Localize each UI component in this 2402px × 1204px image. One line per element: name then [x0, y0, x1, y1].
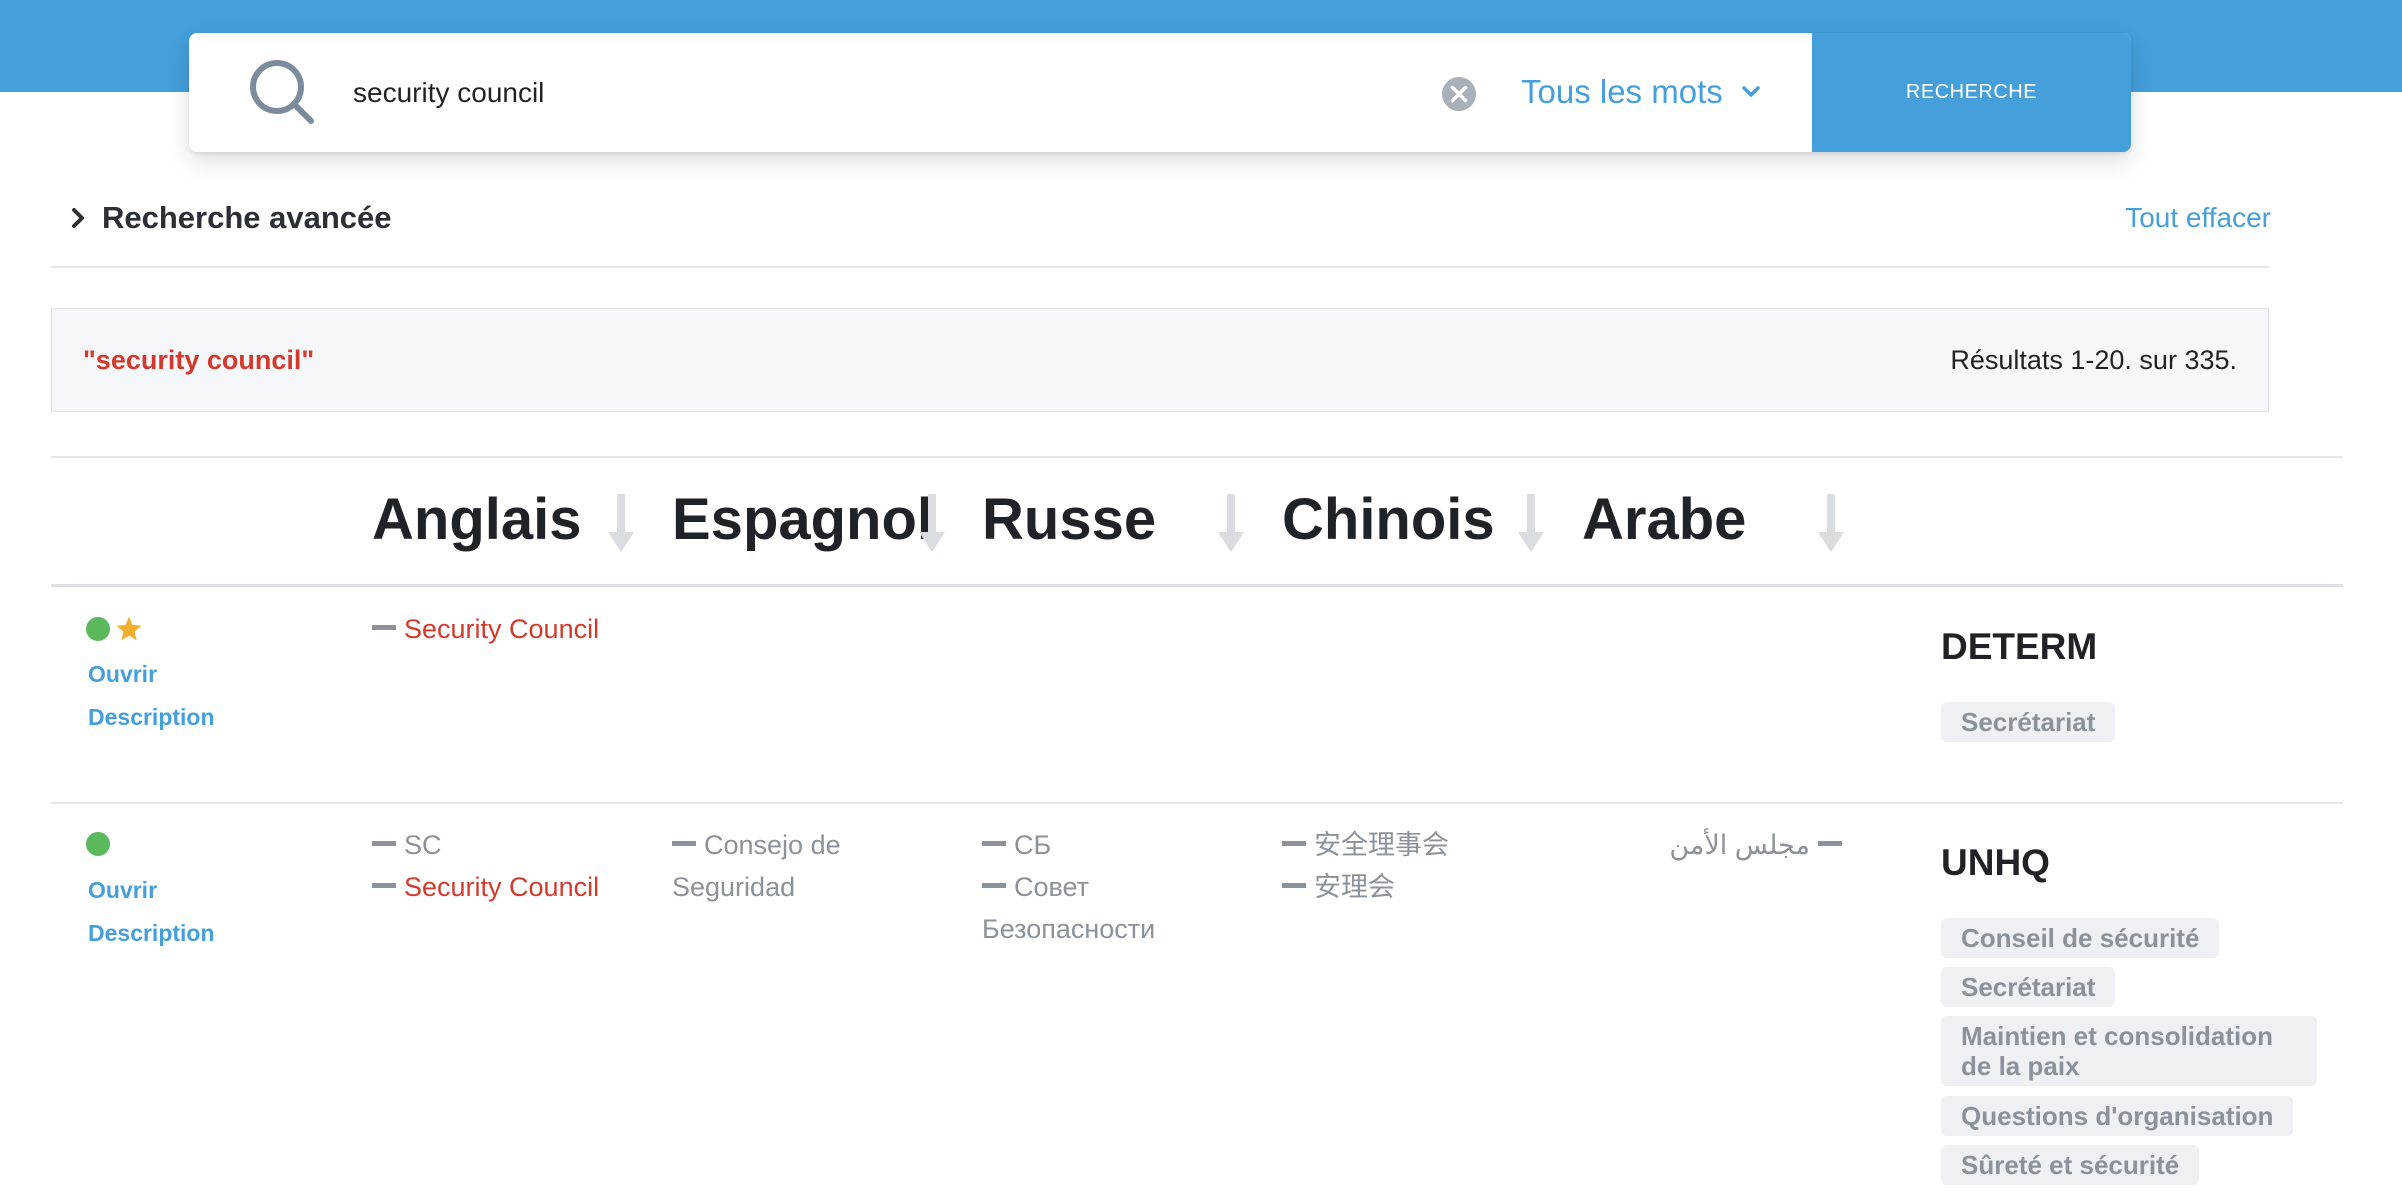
column-header-russian[interactable]: Russe	[982, 486, 1156, 553]
dash-icon	[1282, 841, 1306, 847]
column-header-spanish[interactable]: Espagnol	[672, 486, 933, 553]
term-spanish-cont[interactable]: Seguridad	[672, 866, 795, 908]
term-text: Совет	[1014, 872, 1090, 902]
term-text: Consejo de	[704, 830, 841, 860]
sort-arrow-icon[interactable]	[606, 494, 636, 554]
subject-tag[interactable]: Secrétariat	[1941, 702, 2116, 742]
star-icon	[116, 616, 142, 641]
term-english[interactable]: Security Council	[372, 608, 599, 650]
chevron-right-icon	[72, 208, 84, 228]
dash-icon	[372, 841, 396, 847]
search-mode-label: Tous les mots	[1521, 73, 1723, 110]
term-english[interactable]: SC	[372, 824, 442, 866]
divider	[51, 584, 2343, 587]
search-icon	[250, 60, 314, 124]
term-text: 安理会	[1314, 872, 1395, 902]
term-russian[interactable]: СБ	[982, 824, 1051, 866]
advanced-search-toggle[interactable]: Recherche avancée	[70, 200, 392, 236]
advanced-search-label: Recherche avancée	[102, 200, 392, 235]
term-text: СБ	[1014, 830, 1052, 860]
subject-tag[interactable]: Sûreté et sécurité	[1941, 1145, 2200, 1185]
subject-tag-line: de la paix	[1961, 1051, 2080, 1081]
source-label: UNHQ	[1941, 842, 2050, 883]
dash-icon	[982, 883, 1006, 889]
dash-icon	[372, 625, 396, 631]
term-russian[interactable]: Совет	[982, 866, 1089, 908]
clear-all-link[interactable]: Tout effacer	[2125, 202, 2271, 234]
description-link[interactable]: Description	[88, 920, 215, 947]
term-text: SC	[404, 830, 442, 860]
dash-icon	[1818, 841, 1842, 847]
column-header-chinese[interactable]: Chinois	[1282, 486, 1495, 553]
dash-icon	[1282, 883, 1306, 889]
subject-tag[interactable]: Questions d'organisation	[1941, 1096, 2294, 1136]
search-button[interactable]: RECHERCHE	[1812, 33, 2131, 152]
term-chinese[interactable]: 安全理事会	[1282, 824, 1449, 866]
query-label: "security council"	[83, 345, 315, 375]
chevron-down-icon	[1742, 86, 1760, 97]
term-text: 安全理事会	[1314, 830, 1449, 860]
subject-tag[interactable]: Maintien et consolidation de la paix	[1941, 1016, 2317, 1086]
results-summary: "security council" Résultats 1-20. sur 3…	[51, 308, 2269, 412]
divider	[51, 456, 2343, 458]
term-text: Security Council	[404, 872, 600, 902]
term-english[interactable]: Security Council	[372, 866, 599, 908]
sort-arrow-icon[interactable]	[917, 494, 947, 554]
dash-icon	[672, 841, 696, 847]
open-link[interactable]: Ouvrir	[88, 877, 157, 904]
term-spanish[interactable]: Consejo de	[672, 824, 841, 866]
source-label: DETERM	[1941, 626, 2098, 667]
search-input[interactable]	[351, 65, 1595, 121]
subject-tag[interactable]: Conseil de sécurité	[1941, 918, 2220, 958]
search-box: Tous les mots RECHERCHE	[189, 33, 2131, 152]
term-text: Security Council	[404, 614, 600, 644]
divider	[51, 802, 2343, 804]
term-russian-cont[interactable]: Безопасности	[982, 908, 1155, 950]
term-chinese[interactable]: 安理会	[1282, 866, 1395, 908]
term-arabic[interactable]: مجلس الأمن	[1582, 824, 1842, 866]
subject-tag-line: Maintien et consolidation	[1961, 1021, 2274, 1051]
status-dot	[86, 617, 110, 641]
subject-tag[interactable]: Secrétariat	[1941, 967, 2116, 1007]
column-header-english[interactable]: Anglais	[372, 486, 582, 553]
column-header-arabic[interactable]: Arabe	[1582, 486, 1746, 553]
results-count: Résultats 1-20. sur 335.	[1950, 345, 2237, 375]
open-link[interactable]: Ouvrir	[88, 661, 157, 688]
dash-icon	[372, 883, 396, 889]
clear-icon[interactable]	[1441, 76, 1477, 112]
sort-arrow-icon[interactable]	[1516, 494, 1546, 554]
term-text: مجلس الأمن	[1669, 830, 1810, 860]
search-mode-select[interactable]: Tous les mots	[1521, 67, 1761, 117]
divider	[51, 266, 2269, 268]
description-link[interactable]: Description	[88, 704, 215, 731]
status-dot	[86, 832, 110, 856]
sort-arrow-icon[interactable]	[1216, 494, 1246, 554]
dash-icon	[982, 841, 1006, 847]
sort-arrow-icon[interactable]	[1816, 494, 1846, 554]
